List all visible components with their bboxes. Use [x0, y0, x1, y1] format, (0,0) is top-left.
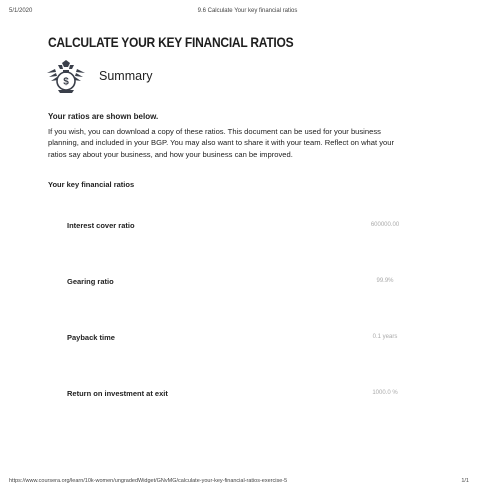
intro-line: ratios say about your business, and how … [48, 149, 293, 159]
ratio-value: 600000.00 [370, 222, 400, 228]
ratio-value: 99.9% [376, 278, 394, 284]
emblem-dollar-glyph: $ [63, 77, 69, 88]
ratio-label: Gearing ratio [67, 277, 114, 286]
ratio-row-payback-time: Payback time 0.1 years [67, 333, 447, 345]
intro-body: If you wish, you can download a copy of … [48, 126, 458, 160]
ratios-section-heading: Your key financial ratios [48, 180, 135, 189]
page-title: CALCULATE YOUR KEY FINANCIAL RATIOS [48, 34, 294, 50]
print-page-number: 1/1 [461, 478, 469, 484]
print-url: https://www.coursera.org/learn/10k-women… [9, 478, 288, 484]
print-header: 5/1/2020 9.6 Calculate Your key financia… [0, 8, 495, 20]
print-doc-title: 9.6 Calculate Your key financial ratios [197, 8, 298, 14]
ratio-label: Interest cover ratio [67, 221, 135, 230]
intro-heading: Your ratios are shown below. [48, 112, 159, 121]
print-footer: https://www.coursera.org/learn/10k-women… [0, 478, 495, 488]
ratio-row-gearing: Gearing ratio 99.9% [67, 277, 447, 289]
intro-line: planning, and included in your BGP. You … [48, 138, 394, 148]
ratio-label: Payback time [67, 333, 115, 342]
ratio-row-interest-cover: Interest cover ratio 600000.00 [67, 221, 447, 233]
ratio-label: Return on investment at exit [67, 389, 168, 398]
summary-label: Summary [99, 69, 153, 83]
ratio-row-return-on-investment: Return on investment at exit 1000.0 % [67, 389, 447, 401]
ratio-value: 1000.0 % [372, 390, 398, 396]
intro-line: If you wish, you can download a copy of … [48, 127, 381, 136]
ratio-value: 0.1 years [372, 334, 398, 340]
money-bag-emblem-icon: $ [47, 60, 85, 93]
